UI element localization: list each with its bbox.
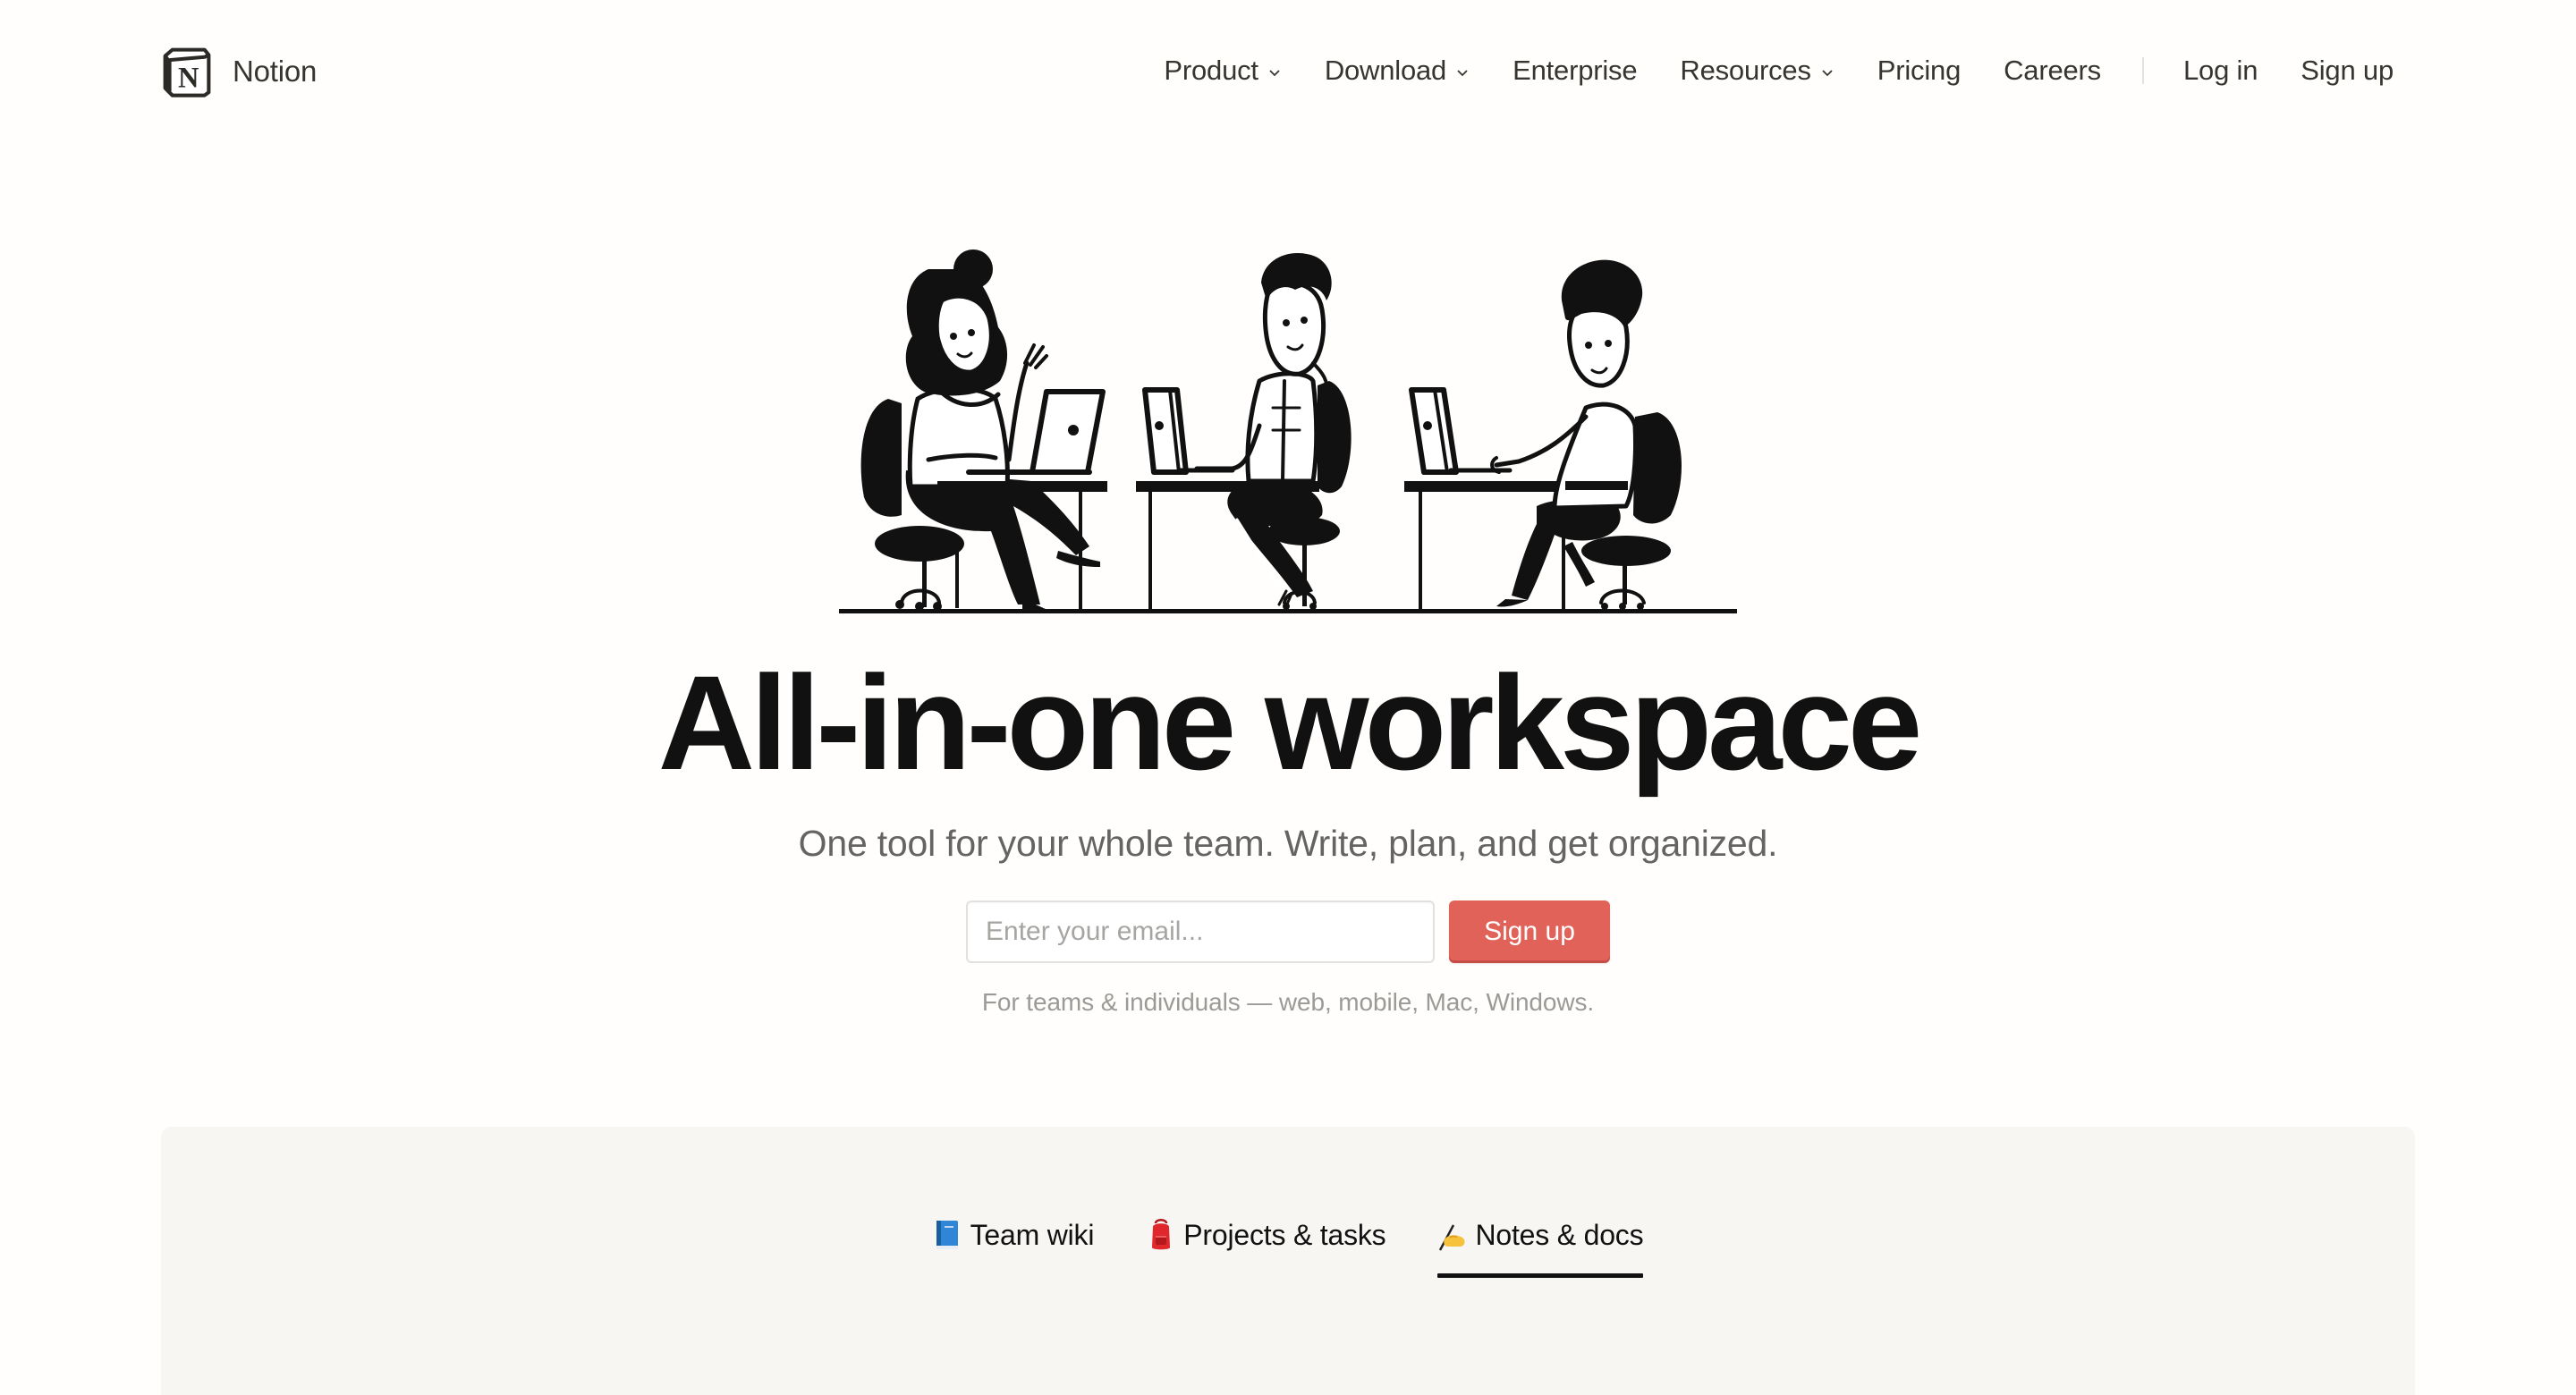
chevron-down-icon bbox=[1457, 70, 1468, 77]
nav-download-label: Download bbox=[1324, 55, 1447, 86]
platforms-note: For teams & individuals — web, mobile, M… bbox=[981, 988, 1595, 1016]
nav-divider bbox=[2141, 57, 2144, 84]
hero-illustration bbox=[839, 249, 1737, 613]
notion-logo-icon: N bbox=[163, 47, 211, 97]
nav-pricing[interactable]: Pricing bbox=[1877, 55, 1962, 87]
login-link[interactable]: Log in bbox=[2183, 55, 2258, 87]
hero-headline: All-in-one workspace bbox=[657, 647, 1923, 798]
nav-product-label: Product bbox=[1164, 55, 1258, 86]
hero-subtitle: One tool for your whole team. Write, pla… bbox=[798, 823, 1778, 864]
nav-download[interactable]: Download bbox=[1325, 55, 1470, 87]
chevron-down-icon bbox=[1269, 70, 1280, 77]
nav-product[interactable]: Product bbox=[1164, 55, 1281, 87]
hero-signup-button[interactable]: Sign up bbox=[1449, 900, 1610, 963]
person-right bbox=[1404, 259, 1682, 610]
signup-form: Sign up bbox=[966, 900, 1610, 963]
blue-book-icon bbox=[936, 1221, 958, 1249]
top-navigation: N Notion Product Download Enterprise Res… bbox=[0, 0, 2576, 143]
nav-resources[interactable]: Resources bbox=[1680, 55, 1834, 87]
nav-careers[interactable]: Careers bbox=[2004, 55, 2101, 87]
tab-projects-tasks-label: Projects & tasks bbox=[1183, 1218, 1386, 1251]
tab-team-wiki[interactable]: Team wiki bbox=[933, 1213, 1095, 1257]
brand-name: Notion bbox=[233, 55, 318, 88]
person-middle bbox=[1136, 253, 1352, 610]
nav-signup-link[interactable]: Sign up bbox=[2301, 55, 2394, 87]
nav-enterprise-label: Enterprise bbox=[1513, 55, 1638, 86]
nav-resources-label: Resources bbox=[1680, 55, 1811, 86]
nav-pricing-label: Pricing bbox=[1877, 55, 1962, 86]
feature-tabs: Team wiki Projects & tasks Notes & docs bbox=[161, 1213, 2415, 1278]
nav-enterprise[interactable]: Enterprise bbox=[1513, 55, 1637, 87]
writing-hand-icon bbox=[1439, 1224, 1465, 1251]
tab-notes-docs-label: Notes & docs bbox=[1475, 1218, 1644, 1251]
chevron-down-icon bbox=[1822, 70, 1833, 77]
tab-team-wiki-label: Team wiki bbox=[970, 1218, 1095, 1251]
svg-text:N: N bbox=[178, 62, 199, 94]
nav-careers-label: Careers bbox=[2004, 55, 2101, 86]
floor-line bbox=[839, 609, 1737, 613]
backpack-icon bbox=[1152, 1219, 1171, 1250]
email-input[interactable] bbox=[966, 900, 1435, 963]
person-left bbox=[860, 249, 1107, 612]
nav-links: Product Download Enterprise Resources Pr… bbox=[1164, 46, 2394, 95]
features-panel: Team wiki Projects & tasks Notes & docs bbox=[161, 1127, 2415, 1395]
tab-notes-docs[interactable]: Notes & docs bbox=[1437, 1213, 1644, 1278]
notion-home-link[interactable]: N Notion bbox=[161, 45, 317, 98]
tab-projects-tasks[interactable]: Projects & tasks bbox=[1146, 1213, 1386, 1257]
